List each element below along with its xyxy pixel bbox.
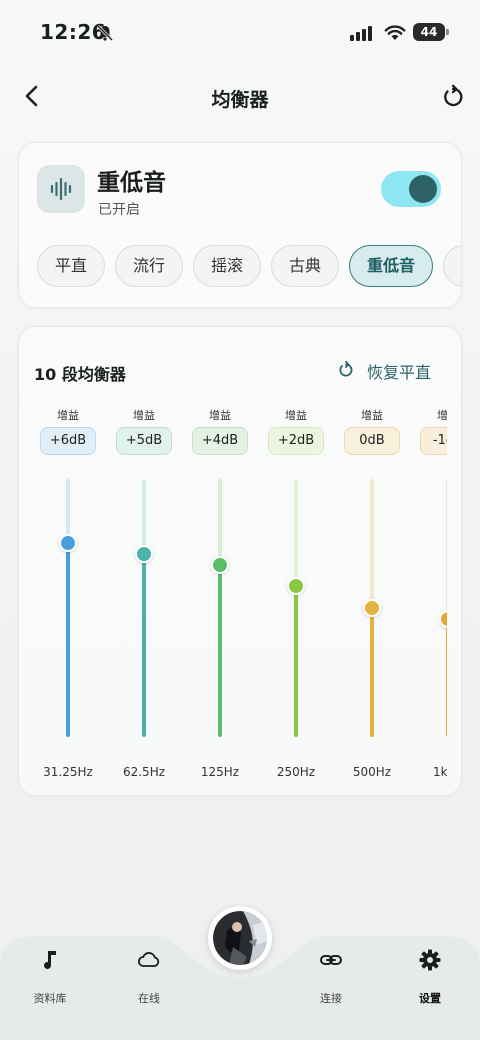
wifi-icon — [384, 25, 406, 40]
preset-name: 重低音 — [97, 170, 166, 196]
preset-icon-box — [37, 165, 85, 213]
gain-caption: 增益 — [437, 409, 447, 422]
band-4: 增益 0dB 500Hz — [334, 327, 410, 795]
battery-level: 44 — [413, 23, 445, 41]
link-icon — [320, 955, 342, 965]
gear-icon — [419, 949, 441, 971]
nav-header: 均衡器 — [0, 70, 480, 126]
preset-status: 已开启 — [98, 202, 140, 218]
band-2: 增益 +4dB 125Hz — [182, 327, 258, 795]
band-5: 增益 -1dB 1kHz — [410, 327, 447, 795]
band-slider-thumb[interactable] — [287, 577, 305, 595]
band-frequency-label: 31.25Hz — [43, 765, 93, 779]
preset-chips: 平直 流行 摇滚 古典 重低音 — [37, 245, 461, 287]
tab-online-label: 在线 — [138, 992, 160, 1005]
battery-tip — [446, 29, 449, 35]
equalizer-toggle[interactable] — [381, 171, 441, 207]
gain-caption: 增益 — [57, 409, 79, 422]
band-slider-fill — [142, 554, 146, 737]
now-playing-button[interactable] — [208, 906, 272, 970]
band-frequency-label: 250Hz — [276, 765, 316, 779]
album-art — [213, 911, 267, 965]
toggle-knob — [409, 175, 437, 203]
equalizer-card: 10 段均衡器 恢复平直 增益 +6dB 31.25Hz 增益 +5dB 62.5Hz 增益… — [18, 326, 462, 796]
tab-online[interactable]: 在线 — [109, 944, 189, 1005]
band-slider-fill — [66, 543, 70, 737]
band-slider-fill — [370, 608, 374, 737]
band-slider-track[interactable] — [218, 479, 222, 737]
band-slider-thumb[interactable] — [135, 545, 153, 563]
band-1: 增益 +5dB 62.5Hz — [106, 327, 182, 795]
band-frequency-label: 500Hz — [352, 765, 392, 779]
signal-icon — [350, 26, 372, 41]
chip-flat[interactable]: 平直 — [37, 245, 105, 287]
page-title: 均衡器 — [211, 89, 269, 111]
band-slider-fill — [294, 586, 298, 737]
tab-settings[interactable]: 设置 — [390, 944, 470, 1005]
band-slider-thumb[interactable] — [59, 534, 77, 552]
band-slider-track[interactable] — [294, 479, 298, 737]
gain-caption: 增益 — [209, 409, 231, 422]
chip-more[interactable] — [443, 245, 461, 287]
band-0: 增益 +6dB 31.25Hz — [30, 327, 106, 795]
cloud-icon — [138, 952, 160, 967]
tab-library-label: 资料库 — [33, 992, 67, 1005]
chip-bass-boost[interactable]: 重低音 — [349, 245, 433, 287]
band-slider-fill — [218, 565, 222, 737]
preset-card: 重低音 已开启 平直 流行 摇滚 古典 重低音 — [18, 142, 462, 308]
reset-button[interactable] — [440, 84, 466, 110]
band-3: 增益 +2dB 250Hz — [258, 327, 334, 795]
band-slider-track[interactable] — [66, 479, 70, 737]
gain-value-badge[interactable]: +2dB — [268, 427, 324, 455]
tab-settings-label: 设置 — [419, 992, 441, 1005]
tab-connect[interactable]: 连接 — [291, 944, 371, 1005]
tab-library[interactable]: 资料库 — [10, 944, 90, 1005]
band-frequency-label: 125Hz — [200, 765, 240, 779]
gain-value-badge[interactable]: +4dB — [192, 427, 248, 455]
band-frequency-label: 1kHz — [433, 765, 447, 779]
band-slider-thumb[interactable] — [211, 556, 229, 574]
gain-value-badge[interactable]: +5dB — [116, 427, 172, 455]
gain-value-badge[interactable]: -1dB — [420, 427, 447, 455]
tab-connect-label: 连接 — [320, 992, 342, 1005]
gain-caption: 增益 — [133, 409, 155, 422]
gain-caption: 增益 — [285, 409, 307, 422]
chip-pop[interactable]: 流行 — [115, 245, 183, 287]
band-slider-thumb[interactable] — [439, 610, 447, 628]
gain-value-badge[interactable]: 0dB — [344, 427, 400, 455]
gain-value-badge[interactable]: +6dB — [40, 427, 96, 455]
status-bar: 12:26 44 — [0, 0, 480, 62]
band-sliders: 增益 +6dB 31.25Hz 增益 +5dB 62.5Hz 增益 +4dB 125Hz 增益 +2… — [19, 327, 447, 795]
band-slider-fill — [446, 619, 447, 737]
band-slider-track[interactable] — [446, 479, 447, 737]
bell-off-icon — [96, 24, 114, 42]
band-slider-track[interactable] — [142, 479, 146, 737]
music-note-icon — [44, 951, 56, 969]
waveform-icon — [50, 177, 72, 201]
band-slider-thumb[interactable] — [363, 599, 381, 617]
band-frequency-label: 62.5Hz — [122, 765, 166, 779]
gain-caption: 增益 — [361, 409, 383, 422]
chip-classical[interactable]: 古典 — [271, 245, 339, 287]
chip-rock[interactable]: 摇滚 — [193, 245, 261, 287]
battery-indicator: 44 — [413, 23, 449, 41]
